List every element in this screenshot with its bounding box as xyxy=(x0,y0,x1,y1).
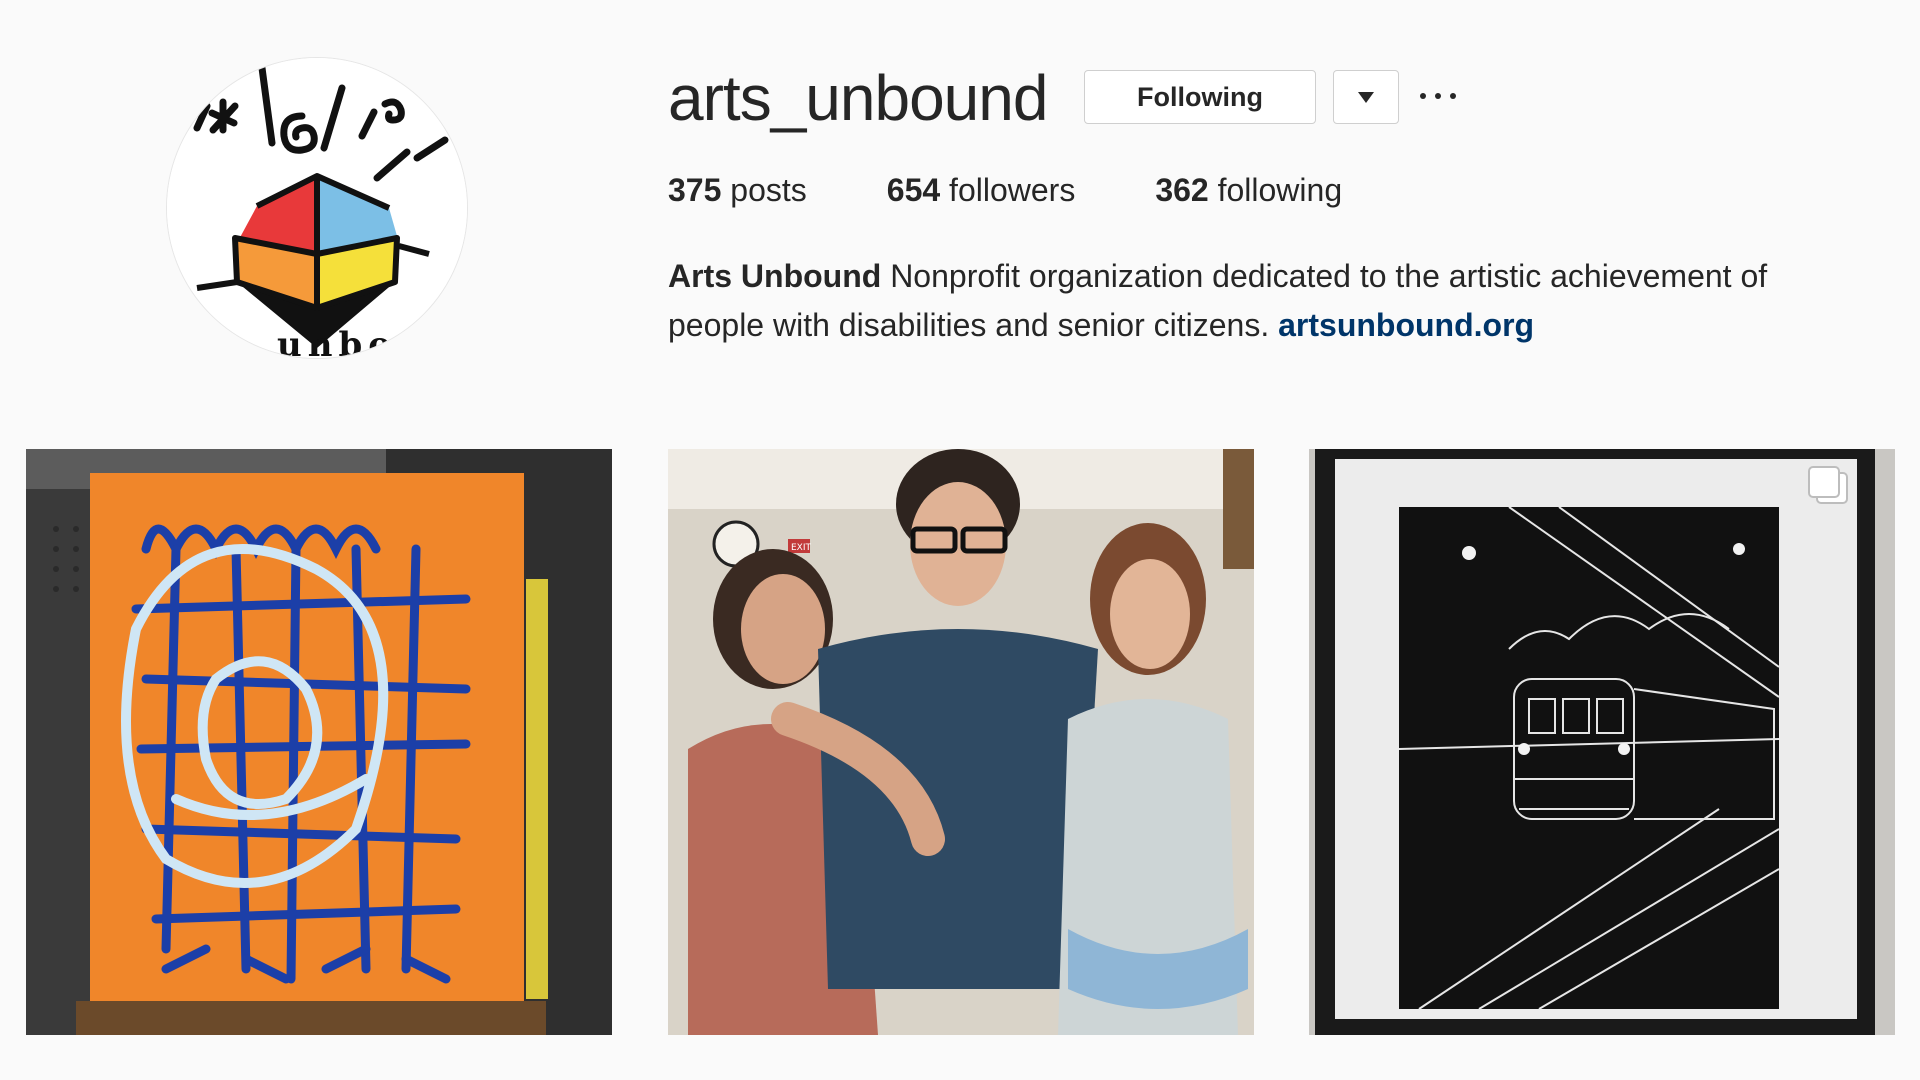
bio-website-link[interactable]: artsunbound.org xyxy=(1278,307,1534,343)
following-count-label: following xyxy=(1217,172,1343,208)
avatar-logo-text: unbo xyxy=(277,325,397,358)
more-options-icon xyxy=(1420,93,1426,99)
profile-page: unbo arts_unbound Following 375 posts 65… xyxy=(0,0,1920,1080)
followers-link[interactable]: 654 followers xyxy=(887,172,1076,209)
followers-count-number: 654 xyxy=(886,172,941,208)
profile-bio: Arts Unbound Nonprofit organization dedi… xyxy=(668,252,1848,350)
following-count-number: 362 xyxy=(1155,172,1209,208)
posts-count-number: 375 xyxy=(668,172,722,208)
chevron-down-icon xyxy=(1358,91,1374,103)
post-thumbnail-3[interactable] xyxy=(1309,449,1895,1035)
more-options-icon xyxy=(1435,93,1441,99)
profile-username: arts_unbound xyxy=(668,62,1048,134)
posts-count-label: posts xyxy=(730,172,807,208)
profile-avatar[interactable]: unbo xyxy=(166,57,468,359)
suggestions-dropdown-button[interactable] xyxy=(1333,70,1399,124)
multiple-images-icon xyxy=(1808,466,1848,504)
photo-icon: EXIT xyxy=(668,449,1254,1035)
following-link[interactable]: 362 following xyxy=(1155,172,1342,209)
bio-full-name: Arts Unbound xyxy=(668,258,882,294)
arts-unbound-logo-icon: unbo xyxy=(167,58,467,358)
post-thumbnail-1[interactable] xyxy=(26,449,612,1035)
exit-sign-text: EXIT xyxy=(791,543,812,553)
followers-count-label: followers xyxy=(949,172,1076,208)
following-button[interactable]: Following xyxy=(1084,70,1316,124)
train-drawing-icon xyxy=(1309,449,1895,1035)
more-options-icon xyxy=(1450,93,1456,99)
painting-icon xyxy=(26,449,612,1035)
posts-count: 375 posts xyxy=(668,172,807,209)
profile-stats: 375 posts 654 followers 362 following xyxy=(668,172,1422,209)
post-thumbnail-2[interactable]: EXIT xyxy=(668,449,1254,1035)
more-options-button[interactable] xyxy=(1420,76,1456,116)
